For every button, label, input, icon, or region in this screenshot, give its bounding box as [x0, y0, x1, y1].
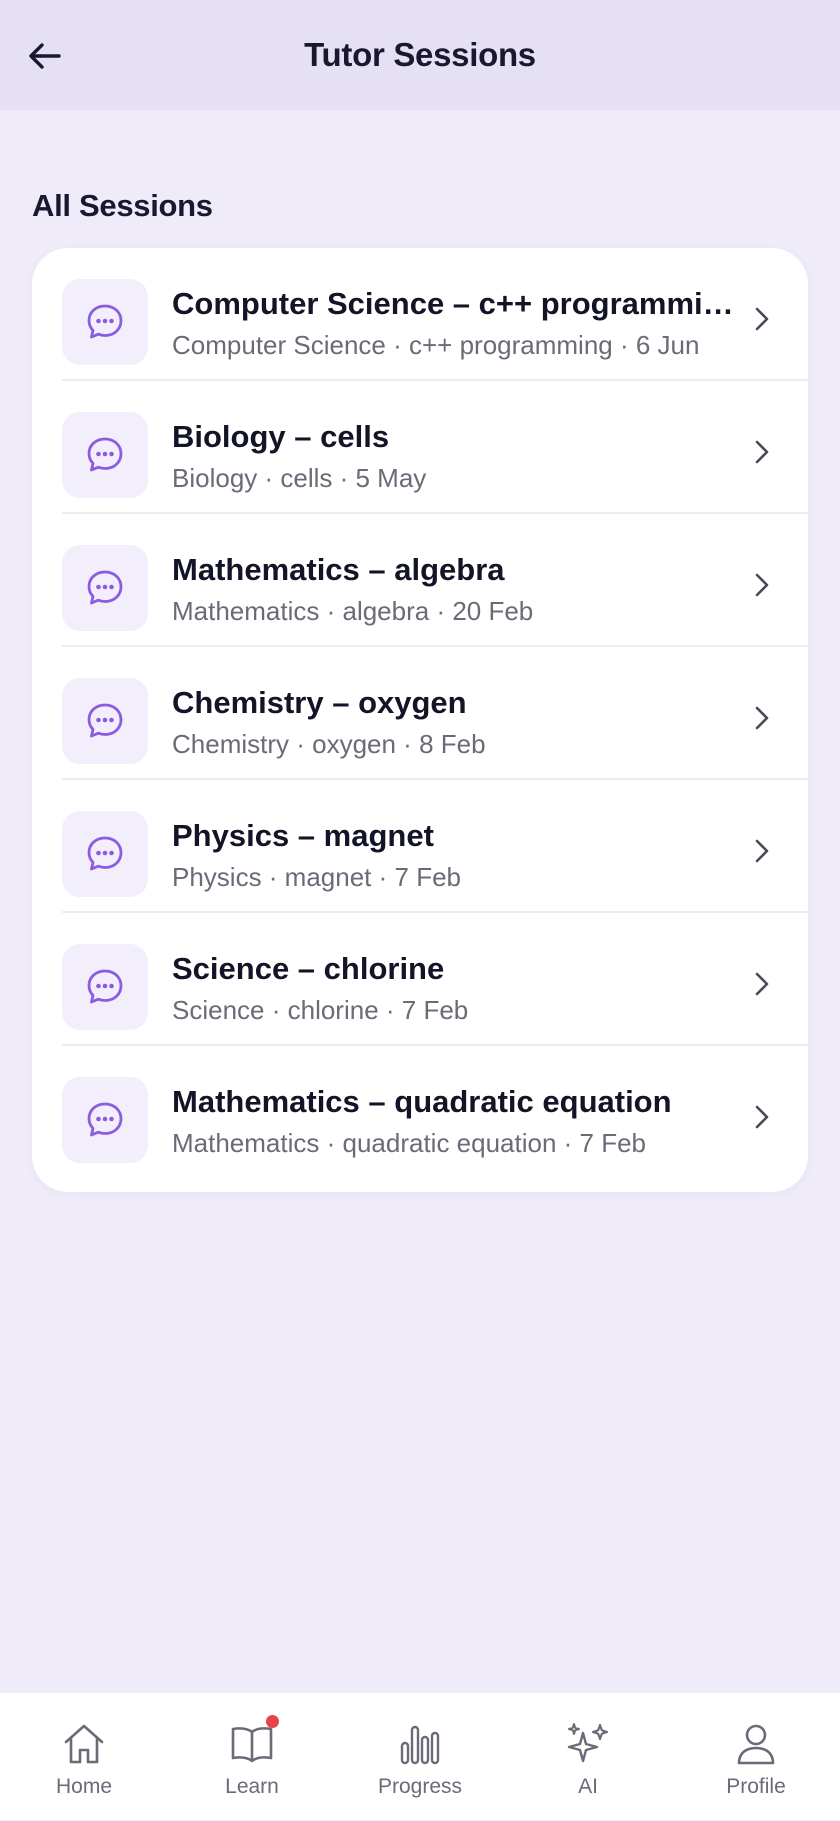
session-title: Mathematics – algebra — [172, 552, 505, 587]
chevron-right-icon — [750, 703, 774, 733]
back-button[interactable] — [22, 34, 66, 78]
session-subtitle: Computer Science · c++ programming · 6 J… — [172, 330, 700, 360]
chevron-right-icon — [750, 836, 774, 866]
tab-home[interactable]: Home — [0, 1693, 168, 1821]
chat-bubble-icon — [62, 545, 148, 631]
bottom-tab-bar: Home Learn Progress AI Profile — [0, 1692, 840, 1820]
session-title: Mathematics – quadratic equation — [172, 1084, 672, 1119]
chat-bubble-icon — [62, 811, 148, 897]
chevron-right-icon — [750, 1102, 774, 1132]
session-title: Computer Science – c++ programmi… — [172, 286, 734, 321]
sessions-card: Computer Science – c++ programmi… Comput… — [32, 248, 808, 1192]
session-row[interactable]: Computer Science – c++ programmi… Comput… — [32, 248, 808, 381]
tab-profile[interactable]: Profile — [672, 1693, 840, 1821]
session-title: Chemistry – oxygen — [172, 685, 467, 720]
chat-bubble-icon — [62, 1077, 148, 1163]
sparkles-icon — [565, 1721, 611, 1767]
session-title: Science – chlorine — [172, 951, 445, 986]
tab-learn[interactable]: Learn — [168, 1693, 336, 1821]
chevron-right-icon — [750, 304, 774, 334]
home-icon — [61, 1721, 107, 1767]
tab-progress[interactable]: Progress — [336, 1693, 504, 1821]
session-title: Biology – cells — [172, 419, 390, 454]
tab-label: AI — [578, 1775, 598, 1798]
chat-bubble-icon — [62, 412, 148, 498]
chat-bubble-icon — [62, 279, 148, 365]
session-row[interactable]: Biology – cells Biology · cells · 5 May — [32, 381, 808, 514]
user-icon — [733, 1721, 779, 1767]
tab-label: Profile — [726, 1775, 786, 1798]
arrow-left-icon — [29, 43, 61, 69]
chat-bubble-icon — [62, 944, 148, 1030]
notification-badge — [266, 1715, 279, 1728]
tab-ai[interactable]: AI — [504, 1693, 672, 1821]
session-row[interactable]: Chemistry – oxygen Chemistry · oxygen · … — [32, 647, 808, 780]
bar-chart-icon — [397, 1721, 443, 1767]
book-icon — [229, 1715, 279, 1767]
chevron-right-icon — [750, 570, 774, 600]
session-subtitle: Chemistry · oxygen · 8 Feb — [172, 729, 486, 759]
session-row[interactable]: Mathematics – algebra Mathematics · alge… — [32, 514, 808, 647]
chevron-right-icon — [750, 969, 774, 999]
page-title: Tutor Sessions — [304, 36, 536, 73]
session-title: Physics – magnet — [172, 818, 434, 853]
session-row[interactable]: Mathematics – quadratic equation Mathema… — [32, 1046, 808, 1179]
chevron-right-icon — [750, 437, 774, 467]
session-row[interactable]: Physics – magnet Physics · magnet · 7 Fe… — [32, 780, 808, 913]
session-subtitle: Mathematics · quadratic equation · 7 Feb — [172, 1128, 647, 1158]
session-row[interactable]: Science – chlorine Science · chlorine · … — [32, 913, 808, 1046]
top-app-bar: Tutor Sessions — [0, 0, 840, 110]
session-subtitle: Science · chlorine · 7 Feb — [172, 995, 469, 1025]
tab-label: Progress — [377, 1775, 463, 1798]
section-title: All Sessions — [32, 188, 213, 223]
session-subtitle: Mathematics · algebra · 20 Feb — [172, 596, 534, 626]
session-subtitle: Biology · cells · 5 May — [172, 463, 427, 493]
tab-label: Home — [55, 1775, 113, 1798]
session-subtitle: Physics · magnet · 7 Feb — [172, 862, 461, 892]
chat-bubble-icon — [62, 678, 148, 764]
tab-label: Learn — [225, 1775, 279, 1798]
